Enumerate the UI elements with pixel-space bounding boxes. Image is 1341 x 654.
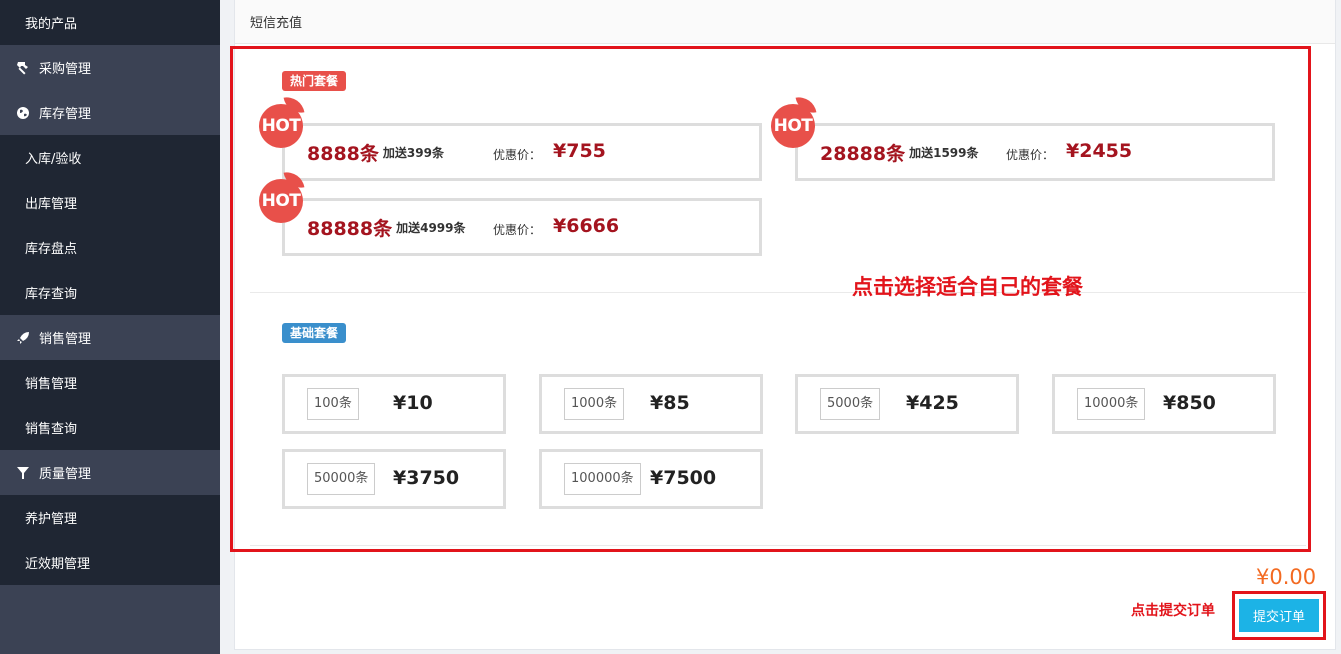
sidebar-item-label: 采购管理 <box>39 62 92 77</box>
hot-badge-label: HOT <box>771 104 815 148</box>
sidebar-item-expiry[interactable]: 近效期管理 <box>0 540 220 585</box>
sidebar-item-stocktake[interactable]: 库存盘点 <box>0 225 220 270</box>
sidebar-item-label: 销售管理 <box>25 377 78 392</box>
package-quantity: 10000条 <box>1077 388 1146 420</box>
sidebar: 我的产品 采购管理 库存管理 入库/验收 出库管理 库存盘点 库存查询 销售管理… <box>0 0 220 654</box>
hot-packages-tag: 热门套餐 <box>282 71 347 91</box>
package-quantity: 50000条 <box>307 463 376 495</box>
hot-package-card[interactable]: 88888条 加送4999条 优惠价： ¥6666 <box>282 198 762 256</box>
section-divider <box>250 292 1306 293</box>
sidebar-item-stock-in[interactable]: 入库/验收 <box>0 135 220 180</box>
package-price: ¥7500 <box>650 467 717 489</box>
package-quantity: 28888条 <box>820 142 906 165</box>
basic-package-card[interactable]: 1000条 ¥85 <box>539 374 763 434</box>
sidebar-group-sales[interactable]: 销售管理 <box>0 315 220 360</box>
submit-order-button[interactable]: 提交订单 <box>1239 599 1319 632</box>
basic-package-card[interactable]: 50000条 ¥3750 <box>282 449 506 509</box>
globe-icon <box>15 105 31 121</box>
package-bonus: 加送1599条 <box>909 145 979 160</box>
hot-package-card[interactable]: 28888条 加送1599条 优惠价： ¥2455 <box>795 123 1275 181</box>
price-label: 优惠价： <box>1006 148 1055 162</box>
package-price: ¥425 <box>906 392 959 414</box>
package-bonus: 加送399条 <box>382 145 444 160</box>
basic-package-card[interactable]: 100条 ¥10 <box>282 374 506 434</box>
sidebar-item-label: 质量管理 <box>39 467 92 482</box>
basic-package-card[interactable]: 5000条 ¥425 <box>795 374 1019 434</box>
package-price: ¥2455 <box>1066 140 1133 162</box>
sidebar-item-maintenance[interactable]: 养护管理 <box>0 495 220 540</box>
sidebar-item-label: 近效期管理 <box>25 557 91 572</box>
submit-order-hint: 点击提交订单 <box>1131 603 1215 619</box>
sidebar-item-sales-manage[interactable]: 销售管理 <box>0 360 220 405</box>
hot-badge-icon[interactable]: HOT <box>259 94 305 148</box>
basic-package-card[interactable]: 100000条 ¥7500 <box>539 449 763 509</box>
sidebar-item-label: 养护管理 <box>25 512 78 527</box>
sidebar-item-stock-query[interactable]: 库存查询 <box>0 270 220 315</box>
sidebar-item-label: 销售查询 <box>25 422 78 437</box>
sidebar-item-label: 销售管理 <box>39 332 92 347</box>
sidebar-item-label: 库存查询 <box>25 287 78 302</box>
sidebar-item-label: 库存盘点 <box>25 242 78 257</box>
hammer-icon <box>15 60 31 76</box>
package-price: ¥755 <box>553 140 606 162</box>
sidebar-item-sales-query[interactable]: 销售查询 <box>0 405 220 450</box>
rocket-icon <box>15 330 31 346</box>
package-price: ¥850 <box>1163 392 1216 414</box>
package-quantity: 88888条 <box>307 217 393 240</box>
filter-icon <box>15 465 31 481</box>
price-label: 优惠价： <box>493 148 542 162</box>
sidebar-item-label: 库存管理 <box>39 107 92 122</box>
package-quantity: 1000条 <box>564 388 625 420</box>
hot-badge-label: HOT <box>259 104 303 148</box>
sidebar-item-stock-out[interactable]: 出库管理 <box>0 180 220 225</box>
package-quantity: 5000条 <box>820 388 881 420</box>
package-quantity: 100000条 <box>564 463 641 495</box>
sidebar-group-quality[interactable]: 质量管理 <box>0 450 220 495</box>
sidebar-item-label: 我的产品 <box>25 17 78 32</box>
basic-packages-tag: 基础套餐 <box>282 323 347 343</box>
page-title: 短信充值 <box>235 0 1335 44</box>
package-price: ¥3750 <box>393 467 460 489</box>
hot-badge-icon[interactable]: HOT <box>259 169 305 223</box>
section-divider <box>250 545 1306 546</box>
package-quantity: 8888条 <box>307 142 379 165</box>
sidebar-item-my-products[interactable]: 我的产品 <box>0 0 220 45</box>
sidebar-item-label: 入库/验收 <box>25 152 82 167</box>
sidebar-group-purchasing[interactable]: 采购管理 <box>0 45 220 90</box>
package-bonus: 加送4999条 <box>396 220 466 235</box>
hot-badge-icon[interactable]: HOT <box>771 94 817 148</box>
sidebar-item-label: 出库管理 <box>25 197 78 212</box>
price-label: 优惠价： <box>493 223 542 237</box>
package-price: ¥6666 <box>553 215 620 237</box>
select-package-hint: 点击选择适合自己的套餐 <box>852 275 1083 299</box>
order-total: ¥0.00 <box>1256 565 1317 589</box>
hot-badge-label: HOT <box>259 179 303 223</box>
hot-package-card[interactable]: 8888条 加送399条 优惠价： ¥755 <box>282 123 762 181</box>
package-price: ¥85 <box>650 392 690 414</box>
package-price: ¥10 <box>393 392 433 414</box>
package-quantity: 100条 <box>307 388 359 420</box>
sidebar-group-inventory[interactable]: 库存管理 <box>0 90 220 135</box>
basic-package-card[interactable]: 10000条 ¥850 <box>1052 374 1276 434</box>
